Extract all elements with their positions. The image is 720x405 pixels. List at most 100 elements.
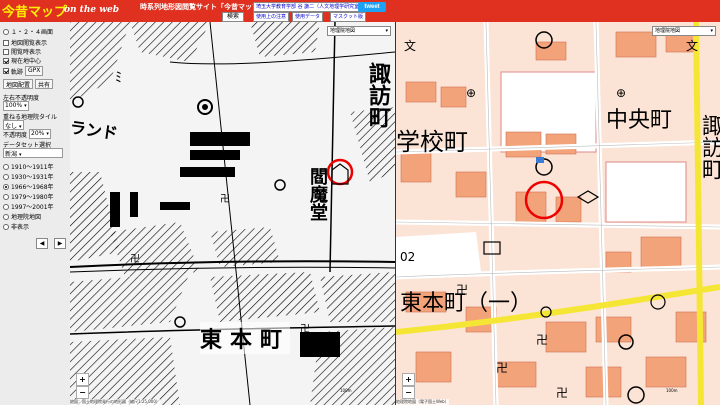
trail-row[interactable]: 軌跡 GPX xyxy=(3,66,44,76)
period-radio[interactable] xyxy=(3,193,9,200)
left-scale-bar: 100m xyxy=(340,388,352,393)
map-label: 堂 xyxy=(307,203,328,221)
gakkocho-label: 学校町 xyxy=(396,128,468,156)
opacity-select[interactable]: 100% xyxy=(3,101,29,111)
option-row[interactable]: 閲覧時表示 xyxy=(3,47,41,56)
transparency-select[interactable]: 20% xyxy=(29,129,51,139)
right-layer-select[interactable]: 地理院地図 xyxy=(652,26,716,36)
right-zoom-control: + − xyxy=(402,373,415,399)
mascot-version-link[interactable]: マスクット版 xyxy=(330,12,367,22)
period-label: 地理院地図 xyxy=(11,214,42,221)
tweet-button[interactable]: tweet xyxy=(358,2,386,12)
layout-radio[interactable] xyxy=(3,28,9,35)
logo-main-text: 今昔マップ xyxy=(2,5,68,20)
data-used-link[interactable]: 使用データ xyxy=(292,12,324,22)
dataset-select[interactable]: 新潟 xyxy=(3,148,63,158)
app-header: 今昔マップ on the web 時系列地形図閲覧サイト「今昔マップ on th… xyxy=(0,0,720,22)
map-label: 諏 xyxy=(698,114,720,136)
option-label: 現在地中心 xyxy=(11,58,42,65)
option-label: 閲覧時表示 xyxy=(11,49,42,56)
map-label: 魔 xyxy=(307,185,328,203)
svg-text:⊕: ⊕ xyxy=(466,86,476,100)
map-label: 訪 xyxy=(365,84,391,106)
prev-period-button[interactable]: ◀ xyxy=(36,238,48,249)
map-label: 町 xyxy=(698,158,720,180)
svg-text:⊕: ⊕ xyxy=(616,86,626,100)
transparency-row: 不透明度 20% xyxy=(3,129,51,139)
svg-text:卍: 卍 xyxy=(300,323,310,335)
map-layout-button[interactable]: 地図配置 xyxy=(3,79,34,89)
period-option[interactable]: 1966～1968年 xyxy=(3,182,54,191)
next-period-button[interactable]: ▶ xyxy=(54,238,66,249)
enmado-label: 閻魔堂 xyxy=(306,167,328,221)
map-label: 諏 xyxy=(365,62,391,84)
current-map-pane[interactable]: 文文 卍卍卍卍 ⊕⊕ 学校町 中央町 諏訪町 東本町（一） 02 地理院地図 +… xyxy=(396,22,720,405)
share-button[interactable]: 共有 xyxy=(35,79,54,89)
chuocho-label: 中央町 xyxy=(606,108,673,133)
option-row[interactable]: 地図閲覧表示 xyxy=(3,38,47,47)
svg-text:卍: 卍 xyxy=(536,333,548,347)
zoom-in-button[interactable]: + xyxy=(76,373,89,386)
suwa-label: 諏訪町 xyxy=(365,62,391,128)
higashihoncho-label: 東本町（一） xyxy=(400,291,533,316)
period-radio[interactable] xyxy=(3,163,9,170)
period-radio[interactable] xyxy=(3,183,9,190)
svg-text:卍: 卍 xyxy=(130,253,140,265)
svg-text:卍: 卍 xyxy=(556,386,568,400)
current-map-canvas[interactable]: 文文 卍卍卍卍 ⊕ ⊕ xyxy=(396,22,720,405)
map-label: 町 xyxy=(260,327,291,353)
dataset-select-row: 新潟 xyxy=(3,148,63,158)
period-option[interactable]: 1979～1980年 xyxy=(3,192,54,201)
svg-text:文: 文 xyxy=(686,38,698,53)
logo-sub-text: on the web xyxy=(64,5,120,15)
option-checkbox[interactable] xyxy=(3,39,9,46)
period-label: 非表示 xyxy=(11,224,30,231)
left-layer-select[interactable]: 地理院地図 xyxy=(327,26,391,36)
layout-label: １・２・４画面 xyxy=(11,29,54,36)
block-number-label: 02 xyxy=(400,250,416,264)
option-row[interactable]: 現在地中心 xyxy=(3,56,41,65)
option-checkbox[interactable] xyxy=(3,48,9,55)
site-logo[interactable]: 今昔マップ on the web xyxy=(2,1,134,20)
period-option[interactable]: 1910～1911年 xyxy=(3,162,54,171)
option-label: 地図閲覧表示 xyxy=(11,40,48,47)
period-option[interactable]: 非表示 xyxy=(3,222,29,231)
right-attribution: 地理院地図（電子国土Web） xyxy=(396,399,449,405)
zoom-out-button[interactable]: − xyxy=(402,386,415,399)
option-checkbox[interactable] xyxy=(3,57,9,64)
gpx-button[interactable]: GPX xyxy=(25,66,44,76)
map-label: 町 xyxy=(365,106,391,128)
period-radio[interactable] xyxy=(3,213,9,220)
period-label: 1910～1911年 xyxy=(11,164,54,171)
trail-label: 軌跡 xyxy=(11,68,24,76)
map-label: 東 xyxy=(200,327,231,353)
period-label: 1930～1931年 xyxy=(11,174,54,181)
map-label: 本 xyxy=(230,327,261,353)
period-option[interactable]: 地理院地図 xyxy=(3,212,41,221)
zoom-in-button[interactable]: + xyxy=(402,373,415,386)
old-map-pane[interactable]: ﾐ 卍 卍 卍 諏訪町 閻魔堂 東本町 ランド 地理院地図 + − 100m 地… xyxy=(70,22,395,405)
usage-notes-link[interactable]: 使用上の注意 xyxy=(253,12,290,22)
map-label: 訪 xyxy=(698,136,720,158)
left-zoom-control: + − xyxy=(76,373,89,399)
author-link[interactable]: 埼玉大学教育学部 谷 謙二（人文地理学研究室） xyxy=(253,2,368,12)
period-radio[interactable] xyxy=(3,173,9,180)
left-attribution: 地図：国土地理院発行の地形図（縮尺1:25,000） xyxy=(70,399,160,405)
share-row: 地図配置 共有 xyxy=(3,79,54,89)
suwa-label: 諏訪町 xyxy=(696,114,720,180)
opacity-select-row: 100% xyxy=(3,101,29,111)
right-scale-bar: 100m xyxy=(666,388,678,393)
trail-checkbox[interactable] xyxy=(3,68,9,74)
period-label: 1966～1968年 xyxy=(11,184,54,191)
period-label: 1997～2001年 xyxy=(11,204,54,211)
period-option[interactable]: 1930～1931年 xyxy=(3,172,54,181)
period-option[interactable]: 1997～2001年 xyxy=(3,202,54,211)
map-label: 閻 xyxy=(307,167,328,185)
svg-text:卍: 卍 xyxy=(220,193,230,205)
screen-layout-selector[interactable]: １・２・４画面 xyxy=(3,27,53,36)
period-radio[interactable] xyxy=(3,223,9,230)
zoom-out-button[interactable]: − xyxy=(76,386,89,399)
search-button[interactable]: 検索 xyxy=(222,12,244,22)
control-sidebar: １・２・４画面 地図閲覧表示 閲覧時表示 現在地中心 軌跡 GPX 地図配置 共… xyxy=(0,22,70,405)
period-radio[interactable] xyxy=(3,203,9,210)
